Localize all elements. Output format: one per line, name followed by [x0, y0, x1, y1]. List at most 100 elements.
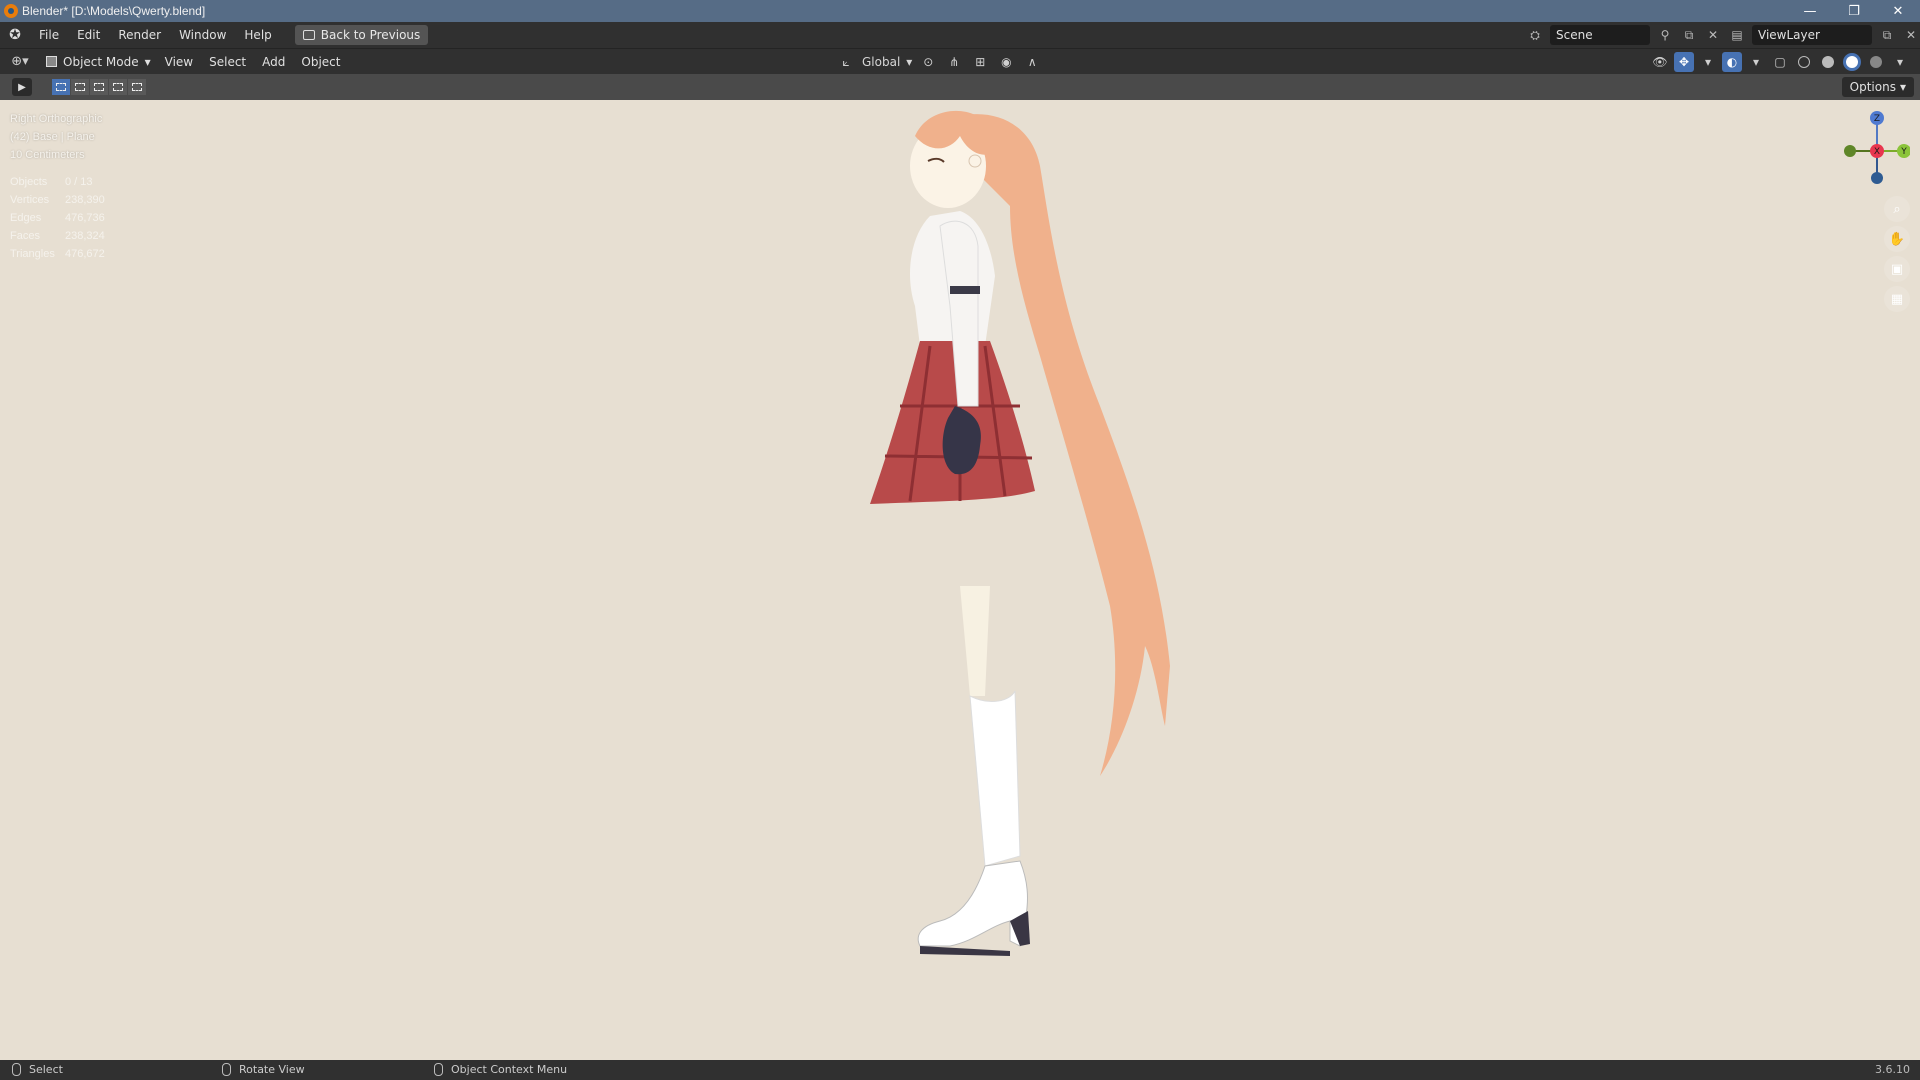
boot-sole: [920, 946, 1010, 956]
chevron-down-icon: ▾: [906, 55, 913, 69]
transform-orientation-label: Global: [862, 55, 901, 69]
scene-statistics: Objects 0 / 13 Vertices 238,390 Edges 476,7…: [10, 173, 105, 263]
viewport-display-tools: 👁 ✥ ▾ ◐ ▾ ▢ ▾: [1650, 52, 1910, 72]
solid-shading-icon[interactable]: [1818, 52, 1838, 72]
view-layer-field[interactable]: ViewLayer: [1752, 25, 1872, 45]
blender-version: 3.6.10: [1875, 1063, 1910, 1076]
stat-value: 238,324: [65, 230, 105, 242]
overlays-dropdown-icon[interactable]: ▾: [1746, 52, 1766, 72]
status-context-label: Object Context Menu: [451, 1063, 568, 1076]
menu-render[interactable]: Render: [109, 24, 170, 46]
view-name: Right Orthographic: [10, 113, 103, 125]
pan-hand-icon[interactable]: ✋: [1884, 226, 1910, 252]
object-mode-dropdown[interactable]: Object Mode ▾: [40, 52, 157, 72]
stat-value: 0 / 13: [65, 176, 93, 188]
top-menu-bar: ✪ File Edit Render Window Help Back to P…: [0, 22, 1920, 48]
blender-logo-icon[interactable]: ✪: [0, 27, 30, 43]
status-select-label: Select: [29, 1063, 63, 1076]
select-tool-icon[interactable]: ▶: [12, 78, 32, 96]
select-new-icon[interactable]: [52, 79, 70, 95]
zoom-icon[interactable]: ⌕: [1884, 196, 1910, 222]
wireframe-shading-icon[interactable]: [1794, 52, 1814, 72]
menu-add[interactable]: Add: [254, 55, 293, 69]
right-mouse-icon: [434, 1063, 443, 1076]
material-preview-shading-icon[interactable]: [1842, 52, 1862, 72]
navigation-gizmo[interactable]: Z Y X: [1840, 108, 1910, 188]
ear: [968, 154, 982, 168]
character-model[interactable]: [860, 106, 1180, 1056]
3d-viewport[interactable]: Right Orthographic (42) Base | Plane 10 …: [0, 100, 1920, 1060]
grid-scale: 10 Centimeters: [10, 149, 85, 161]
menu-file[interactable]: File: [30, 24, 68, 46]
boot-foot: [917, 860, 1028, 947]
gizmo-toggle-icon[interactable]: ✥: [1674, 52, 1694, 72]
stat-label: Objects: [10, 176, 48, 188]
options-dropdown[interactable]: Options ▾: [1841, 77, 1914, 97]
options-label: Options: [1849, 80, 1896, 94]
delete-scene-icon[interactable]: ✕: [1704, 26, 1722, 44]
menu-edit[interactable]: Edit: [68, 24, 109, 46]
title-bar: Blender* [D:\Models\Qwerty.blend] — ❐ ✕: [0, 0, 1920, 22]
gizmo-neg-z-axis[interactable]: [1871, 172, 1883, 184]
menu-object[interactable]: Object: [293, 55, 348, 69]
falloff-icon[interactable]: ∧: [1022, 52, 1042, 72]
stat-row: Triangles 476,672: [10, 245, 105, 263]
stat-label: Vertices: [10, 194, 50, 206]
transform-orientation-icon: ⟀: [842, 54, 850, 69]
stat-label: Triangles: [10, 248, 55, 260]
gizmo-dropdown-icon[interactable]: ▾: [1698, 52, 1718, 72]
menu-window[interactable]: Window: [170, 24, 235, 46]
stat-row: Objects 0 / 13: [10, 173, 105, 191]
view-layer-icon[interactable]: ▤: [1728, 26, 1746, 44]
back-icon: [302, 30, 315, 40]
stat-value: 476,672: [65, 248, 105, 260]
transform-orientation-dropdown[interactable]: Global ▾: [862, 55, 912, 69]
stat-row: Faces 238,324: [10, 227, 105, 245]
select-invert-icon[interactable]: [109, 79, 127, 95]
xray-toggle-icon[interactable]: ▢: [1770, 52, 1790, 72]
gizmo-y-label: Y: [1900, 147, 1907, 157]
minimize-button[interactable]: —: [1788, 0, 1832, 22]
stat-row: Vertices 238,390: [10, 191, 105, 209]
status-bar: Select Rotate View Object Context Menu 3…: [0, 1060, 1920, 1080]
back-to-previous-button[interactable]: Back to Previous: [294, 25, 429, 45]
overlays-toggle-icon[interactable]: ◐: [1722, 52, 1742, 72]
chevron-down-icon: ▾: [1899, 80, 1906, 94]
rendered-shading-icon[interactable]: [1866, 52, 1886, 72]
visibility-icon[interactable]: 👁: [1650, 52, 1670, 72]
new-view-layer-icon[interactable]: ⧉: [1878, 26, 1896, 44]
window-controls: — ❐ ✕: [1788, 0, 1920, 22]
selection-mode-group: [52, 79, 146, 95]
menu-help[interactable]: Help: [235, 24, 280, 46]
select-extend-icon[interactable]: [71, 79, 89, 95]
proportional-edit-icon[interactable]: ◉: [996, 52, 1016, 72]
close-button[interactable]: ✕: [1876, 0, 1920, 22]
snap-target-icon[interactable]: ⊞: [970, 52, 990, 72]
snap-icon[interactable]: ⋔: [944, 52, 964, 72]
select-intersect-icon[interactable]: [128, 79, 146, 95]
delete-view-layer-icon[interactable]: ✕: [1902, 26, 1920, 44]
boot-shaft: [969, 690, 1021, 867]
shading-dropdown-icon[interactable]: ▾: [1890, 52, 1910, 72]
select-subtract-icon[interactable]: [90, 79, 108, 95]
maximize-button[interactable]: ❐: [1832, 0, 1876, 22]
tool-settings-header: ▶ Options ▾: [0, 74, 1920, 100]
scene-name-field[interactable]: Scene: [1550, 25, 1650, 45]
object-mode-icon: [46, 56, 57, 67]
gizmo-neg-y-axis[interactable]: [1844, 145, 1856, 157]
editor-type-icon[interactable]: ⊕▾: [0, 54, 40, 69]
scene-icon[interactable]: ⛭: [1526, 26, 1544, 44]
camera-view-icon[interactable]: ▣: [1884, 256, 1910, 282]
ortho-grid-icon[interactable]: ▦: [1884, 286, 1910, 312]
menu-view[interactable]: View: [157, 55, 201, 69]
menu-select[interactable]: Select: [201, 55, 254, 69]
stat-label: Faces: [10, 230, 40, 242]
blender-app-icon: [4, 4, 18, 18]
new-scene-icon[interactable]: ⧉: [1680, 26, 1698, 44]
status-context-menu: Object Context Menu: [434, 1063, 567, 1076]
viewport-info-overlay: Right Orthographic (42) Base | Plane 10 …: [10, 110, 102, 164]
pin-icon[interactable]: ⚲: [1656, 26, 1674, 44]
arm-band: [950, 286, 980, 294]
pivot-point-icon[interactable]: ⊙: [918, 52, 938, 72]
window-title: Blender* [D:\Models\Qwerty.blend]: [22, 4, 206, 18]
